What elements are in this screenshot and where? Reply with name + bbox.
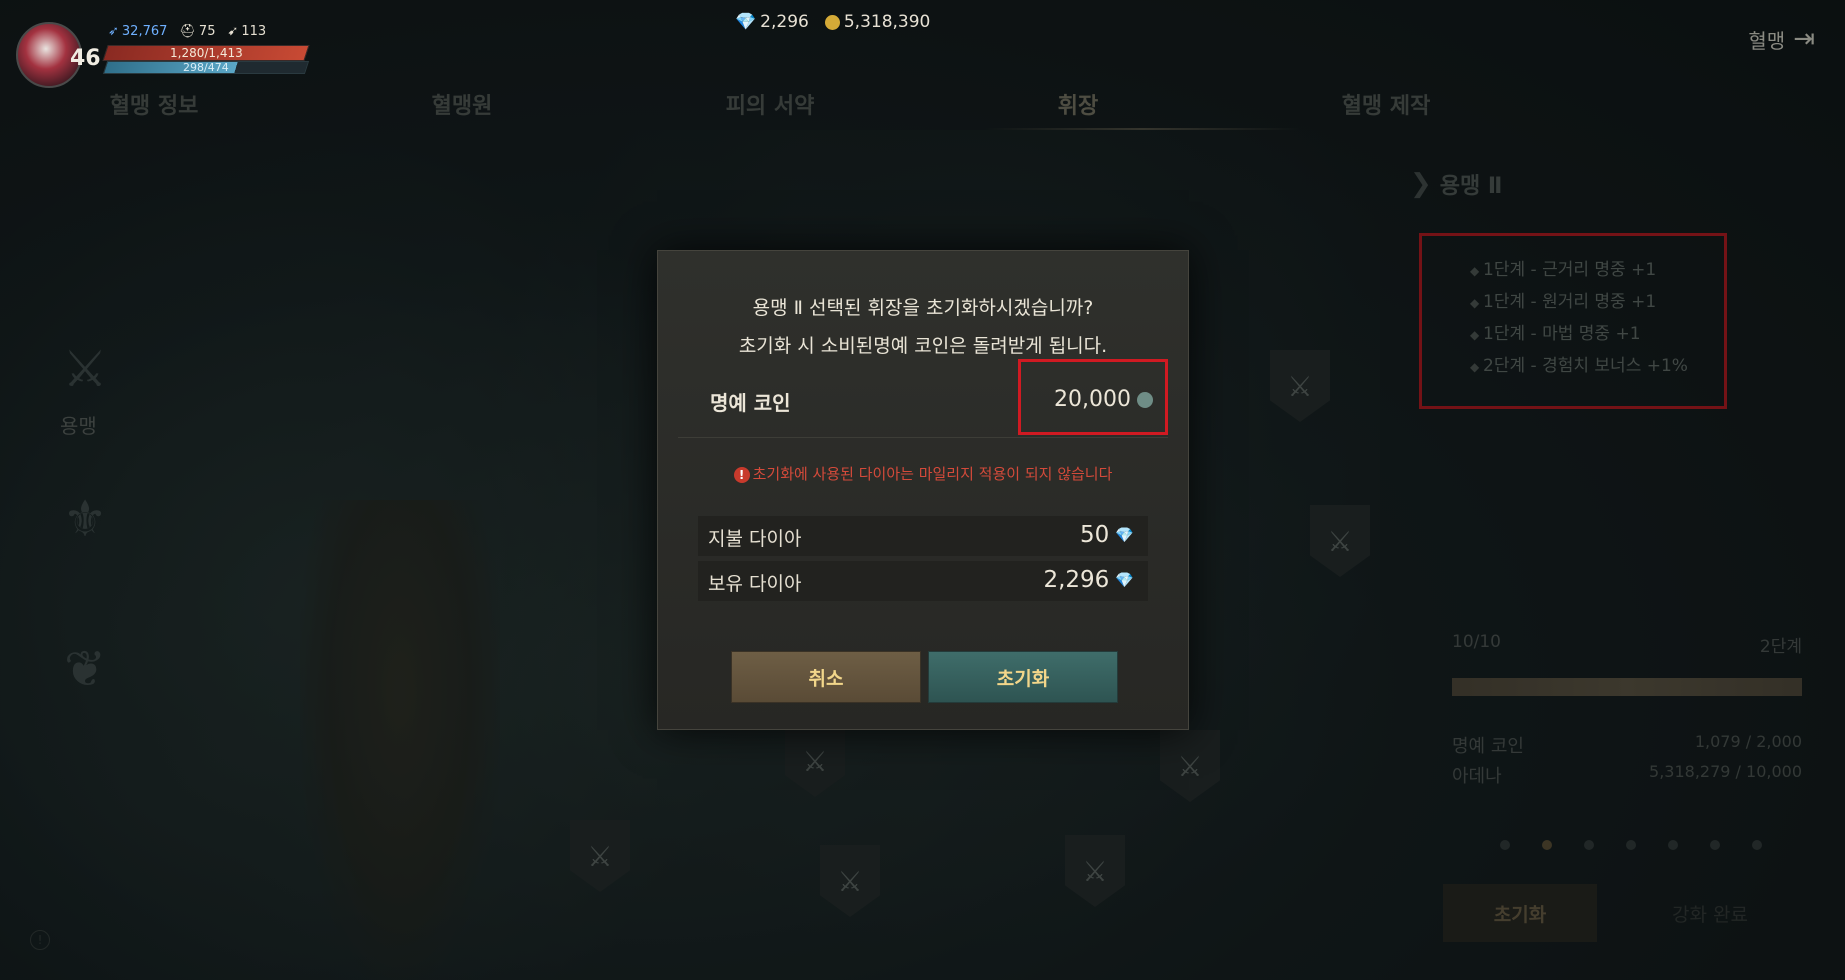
- hp-text: 1,280/1,413: [169, 46, 243, 60]
- pay-diamond-label: 지불 다이아: [708, 528, 802, 550]
- mp-bar: 298/474: [102, 61, 310, 74]
- diamond-icon: 💎: [1115, 526, 1134, 544]
- mileage-warning: ! 초기화에 사용된 다이아는 마일리지 적용이 되지 않습니다: [658, 463, 1188, 484]
- weight-stat: ➹ 113: [227, 24, 266, 39]
- wing-icon: ➹: [227, 24, 239, 39]
- exit-icon: ⇥: [1793, 24, 1815, 54]
- pay-diamond-row: 지불 다이아 50 💎: [698, 516, 1148, 556]
- defense-value: 75: [198, 24, 216, 39]
- confirm-reset-button[interactable]: 초기화: [928, 651, 1118, 703]
- divider: [678, 437, 1168, 438]
- player-level: 46: [70, 46, 101, 71]
- warning-icon: !: [733, 467, 750, 483]
- feather-icon: ➶: [108, 24, 119, 39]
- dialog-question: 용맹 Ⅱ 선택된 휘장을 초기화하시겠습니까?: [752, 297, 1094, 319]
- own-diamond-row: 보유 다이아 2,296 💎: [698, 561, 1148, 601]
- pay-diamond-amount: 50 💎: [1080, 522, 1134, 548]
- honor-coin-label: 명예 코인: [710, 391, 791, 415]
- own-diamond-amount: 2,296 💎: [1043, 567, 1134, 593]
- diamond-icon: 💎: [735, 12, 757, 32]
- adena-currency: 5,318,390: [824, 12, 931, 32]
- clan-exit-label: 혈맹: [1748, 28, 1786, 53]
- currency-bar: 💎 2,296 5,318,390: [735, 12, 930, 32]
- dialog-note: 초기화 시 소비된명예 코인은 돌려받게 됩니다.: [738, 335, 1108, 357]
- warning-text: 초기화에 사용된 다이아는 마일리지 적용이 되지 않습니다: [752, 465, 1113, 483]
- diamond-currency: 💎 2,296: [735, 12, 809, 32]
- own-diamond-value: 2,296: [1043, 567, 1110, 593]
- clan-exit-button[interactable]: 혈맹 ⇥: [1748, 24, 1815, 54]
- cancel-button[interactable]: 취소: [731, 651, 921, 703]
- defense-stat: ⛑ 75: [179, 24, 215, 39]
- diamond-value: 2,296: [760, 12, 809, 32]
- power-value: 32,767: [121, 24, 168, 39]
- hp-bar: 1,280/1,413: [102, 45, 310, 61]
- diamond-icon: 💎: [1115, 571, 1134, 589]
- helmet-icon: ⛑: [179, 24, 196, 39]
- honor-highlight-box: [1018, 359, 1168, 435]
- power-stat: ➶ 32,767: [108, 24, 167, 39]
- adena-value: 5,318,390: [843, 12, 931, 32]
- mp-text: 298/474: [183, 61, 229, 74]
- weight-value: 113: [241, 24, 267, 39]
- coin-icon: [824, 14, 840, 30]
- reset-confirm-dialog: 용맹 Ⅱ 선택된 휘장을 초기화하시겠습니까? 초기화 시 소비된명예 코인은 …: [657, 250, 1189, 730]
- pay-diamond-value: 50: [1080, 522, 1110, 548]
- own-diamond-label: 보유 다이아: [708, 573, 802, 595]
- player-stats: ➶ 32,767 ⛑ 75 ➹ 113: [108, 24, 266, 39]
